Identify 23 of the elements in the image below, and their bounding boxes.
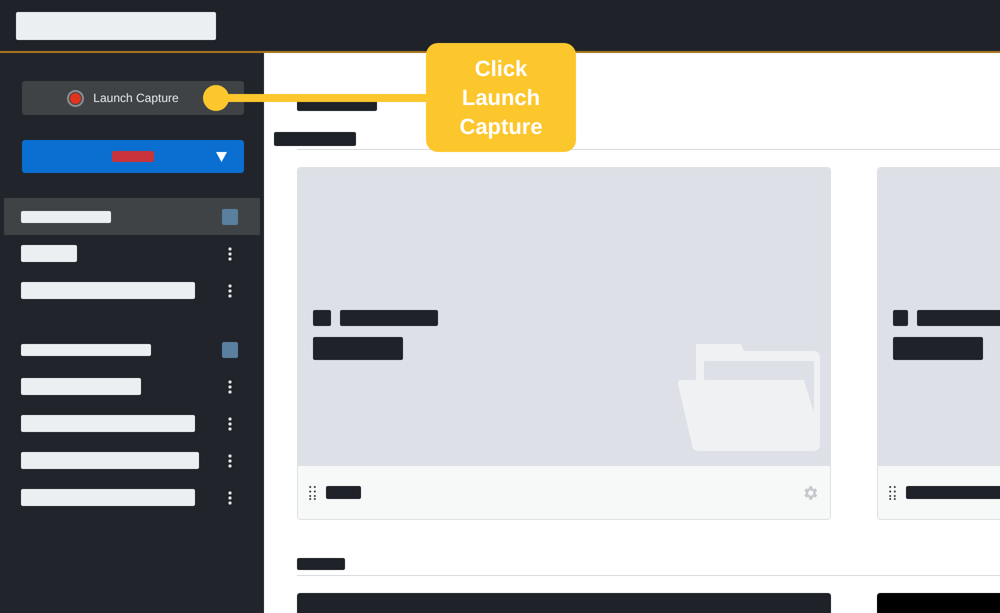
square-icon [222, 342, 238, 358]
redaction-bar [21, 245, 77, 262]
redaction-bar [326, 486, 361, 499]
card[interactable] [297, 167, 831, 520]
caret-icon [216, 152, 227, 162]
more-icon[interactable] [228, 380, 232, 394]
redaction-bar [893, 310, 908, 326]
drag-handle-icon[interactable] [889, 486, 896, 500]
redaction-bar [297, 558, 345, 570]
square-icon [222, 208, 238, 224]
card[interactable] [877, 167, 1000, 520]
launch-capture-button[interactable]: Launch Capture [22, 81, 244, 115]
record-icon [67, 90, 84, 106]
drag-handle-icon[interactable] [309, 486, 316, 500]
more-icon[interactable] [228, 246, 232, 260]
sidebar-item[interactable] [4, 198, 260, 235]
redaction-bar [313, 310, 331, 326]
redaction-bar [112, 151, 154, 162]
more-icon[interactable] [228, 416, 232, 430]
more-icon[interactable] [228, 490, 232, 504]
callout-tooltip: Click Launch Capture [426, 43, 576, 152]
more-icon[interactable] [228, 454, 232, 468]
more-icon[interactable] [228, 284, 232, 298]
